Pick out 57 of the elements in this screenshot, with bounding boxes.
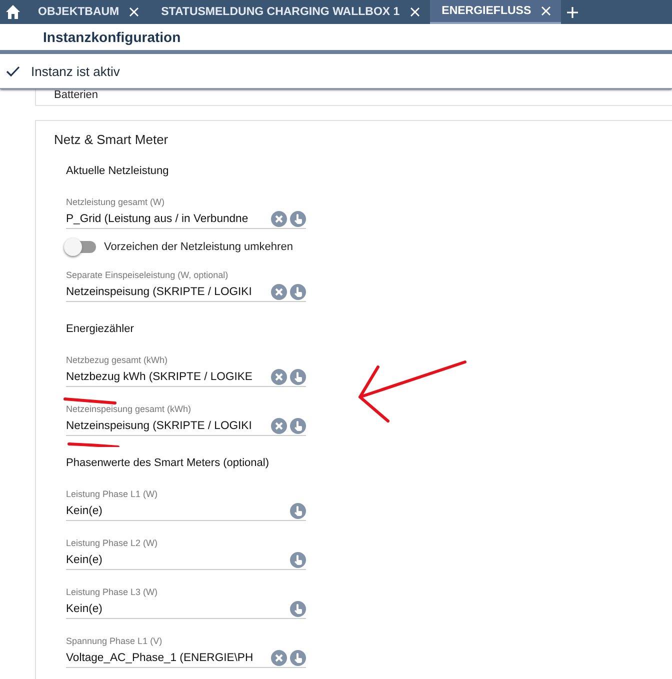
field-label: Spannung Phase L1 (V)	[66, 636, 164, 646]
pointer-hand-icon[interactable]	[290, 502, 306, 518]
object-select-field[interactable]: Netzeinspeisung gesamt (kWh) Netzeinspeisung (SKRIPTE / LOGIKI	[66, 404, 306, 436]
clear-icon[interactable]	[271, 650, 287, 666]
field-value: Netzeinspeisung (SKRIPTE / LOGIKI	[66, 420, 253, 432]
tab[interactable]: OBJEKTBAUM	[26, 0, 150, 24]
subsection-heading: Aktuelle Netzleistung	[66, 165, 170, 177]
tab[interactable]: STATUSMELDUNG CHARGING WALLBOX 1	[149, 0, 430, 24]
object-select-field[interactable]: Netzleistung gesamt (W) P_Grid (Leistung aus / in Verbundne	[66, 197, 306, 229]
pointer-hand-icon[interactable]	[290, 552, 306, 568]
subsection-heading: Energiezähler	[66, 323, 135, 335]
field-value: Kein(e)	[66, 602, 104, 614]
pointer-hand-icon[interactable]	[290, 368, 306, 384]
close-icon[interactable]	[541, 6, 552, 16]
toggle-label: Vorzeichen der Netzleistung umkehren	[104, 241, 293, 253]
clear-icon[interactable]	[271, 210, 287, 226]
pointer-hand-icon[interactable]	[290, 284, 306, 300]
tab-label: ENERGIEFLUSS	[442, 5, 532, 17]
page-title: Instanzkonfiguration	[43, 29, 181, 45]
object-select-field[interactable]: Leistung Phase L1 (W) Kein(e)	[66, 489, 306, 521]
clear-icon[interactable]	[271, 284, 287, 300]
object-select-field[interactable]: Spannung Phase L1 (V) Voltage_AC_Phase_1 (ENERGIE\PH	[66, 636, 306, 668]
clear-icon[interactable]	[271, 418, 287, 434]
field-label: Netzbezug gesamt (kWh)	[66, 355, 169, 365]
field-label: Separate Einspeiseleistung (W, optional)	[66, 270, 230, 280]
field-label: Leistung Phase L2 (W)	[66, 538, 159, 548]
field-label: Netzeinspeisung gesamt (kWh)	[66, 404, 192, 414]
close-icon[interactable]	[410, 7, 420, 17]
pointer-hand-icon[interactable]	[290, 650, 306, 666]
pointer-hand-icon[interactable]	[290, 210, 306, 226]
object-select-field[interactable]: Leistung Phase L2 (W) Kein(e)	[66, 538, 306, 570]
tab-label: STATUSMELDUNG CHARGING WALLBOX 1	[161, 6, 400, 18]
clear-icon[interactable]	[271, 368, 287, 384]
field-value: Netzeinspeisung (SKRIPTE / LOGIKI	[66, 286, 253, 298]
field-label: Netzleistung gesamt (W)	[66, 197, 166, 207]
field-value: P_Grid (Leistung aus / in Verbundne	[66, 212, 250, 224]
tab-label: OBJEKTBAUM	[38, 6, 120, 18]
field-label: Leistung Phase L1 (W)	[66, 489, 159, 499]
check-icon	[6, 66, 20, 76]
section-title: Batterien	[54, 89, 100, 101]
pointer-hand-icon[interactable]	[290, 600, 306, 616]
add-tab-icon[interactable]	[567, 6, 578, 18]
section-title: Netz & Smart Meter	[54, 132, 170, 147]
field-label: Leistung Phase L3 (W)	[66, 587, 159, 597]
object-select-field[interactable]: Netzbezug gesamt (kWh) Netzbezug kWh (SKRIPTE / LOGIKE	[66, 355, 306, 387]
toggle-switch[interactable]	[66, 241, 96, 253]
active-checkbox[interactable]: Instanz ist aktiv	[6, 64, 120, 78]
subsection-heading: Phasenwerte des Smart Meters (optional)	[66, 457, 270, 469]
close-icon[interactable]	[129, 7, 140, 17]
pointer-hand-icon[interactable]	[290, 418, 306, 434]
field-value: Kein(e)	[66, 504, 104, 516]
object-select-field[interactable]: Leistung Phase L3 (W) Kein(e)	[66, 587, 306, 619]
object-select-field[interactable]: Separate Einspeiseleistung (W, optional) Netzeinspeisung (SKRIPTE / LOGIKI	[66, 270, 306, 302]
field-value: Netzbezug kWh (SKRIPTE / LOGIKE	[66, 370, 254, 382]
field-value: Voltage_AC_Phase_1 (ENERGIE\PH	[66, 652, 254, 664]
field-value: Kein(e)	[66, 554, 104, 566]
tab[interactable]: ENERGIEFLUSS	[430, 0, 562, 24]
